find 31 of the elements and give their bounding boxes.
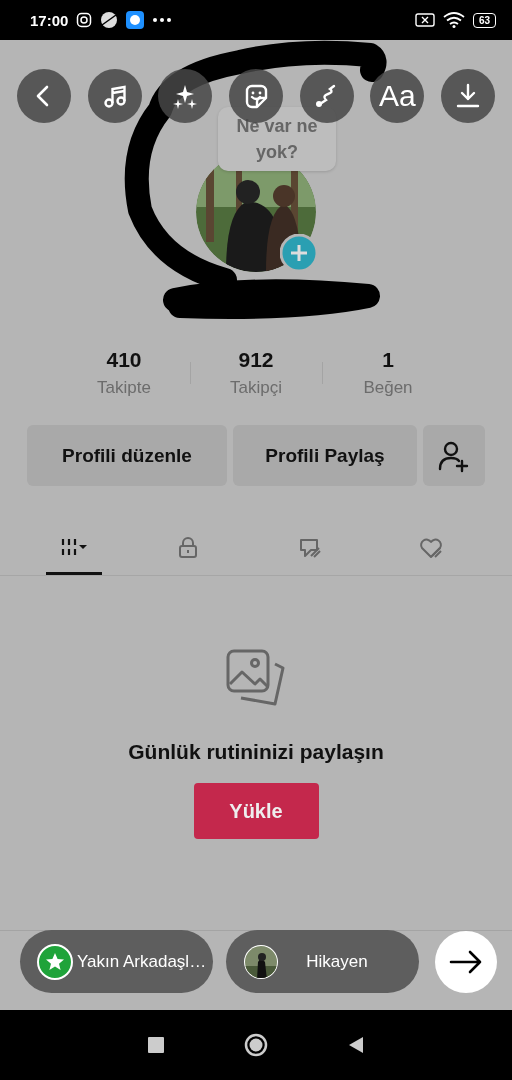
- music-button[interactable]: [87, 69, 142, 123]
- empty-state-title: Günlük rutininizi paylaşın: [128, 740, 384, 764]
- close-friends-button[interactable]: Yakın Arkadaşl…: [20, 930, 213, 993]
- sim-icon: [414, 12, 435, 28]
- arrow-right-icon: [449, 949, 483, 974]
- camera-icon: [76, 12, 93, 28]
- home-icon[interactable]: [244, 1033, 268, 1057]
- stat-label: Takipçi: [230, 378, 282, 398]
- story-button[interactable]: Hikayen: [226, 930, 419, 993]
- add-story-icon[interactable]: [280, 234, 318, 272]
- more-icon: [152, 17, 173, 23]
- planet-icon: [100, 11, 119, 29]
- back-button[interactable]: [17, 69, 71, 123]
- stat-label: Takipte: [97, 378, 151, 398]
- stat-count: 410: [106, 348, 142, 372]
- app-icon: [126, 11, 145, 29]
- battery-level: 63: [472, 12, 496, 28]
- upload-button[interactable]: Yükle: [193, 783, 319, 839]
- wifi-icon: [442, 12, 465, 28]
- share-profile-button[interactable]: Profili Paylaş: [233, 425, 417, 486]
- stat-label: Beğen: [363, 378, 413, 398]
- stat-count: 1: [382, 348, 394, 372]
- text-tool-button[interactable]: Aa: [370, 69, 425, 123]
- effects-button[interactable]: [158, 69, 213, 123]
- draw-button[interactable]: [299, 69, 354, 123]
- download-button[interactable]: [440, 69, 495, 123]
- stat-count: 912: [238, 348, 274, 372]
- clock: 17:00: [30, 11, 69, 29]
- back-icon[interactable]: [348, 1036, 364, 1054]
- edit-profile-button[interactable]: Profili düzenle: [27, 425, 227, 486]
- add-friend-button[interactable]: [423, 425, 485, 486]
